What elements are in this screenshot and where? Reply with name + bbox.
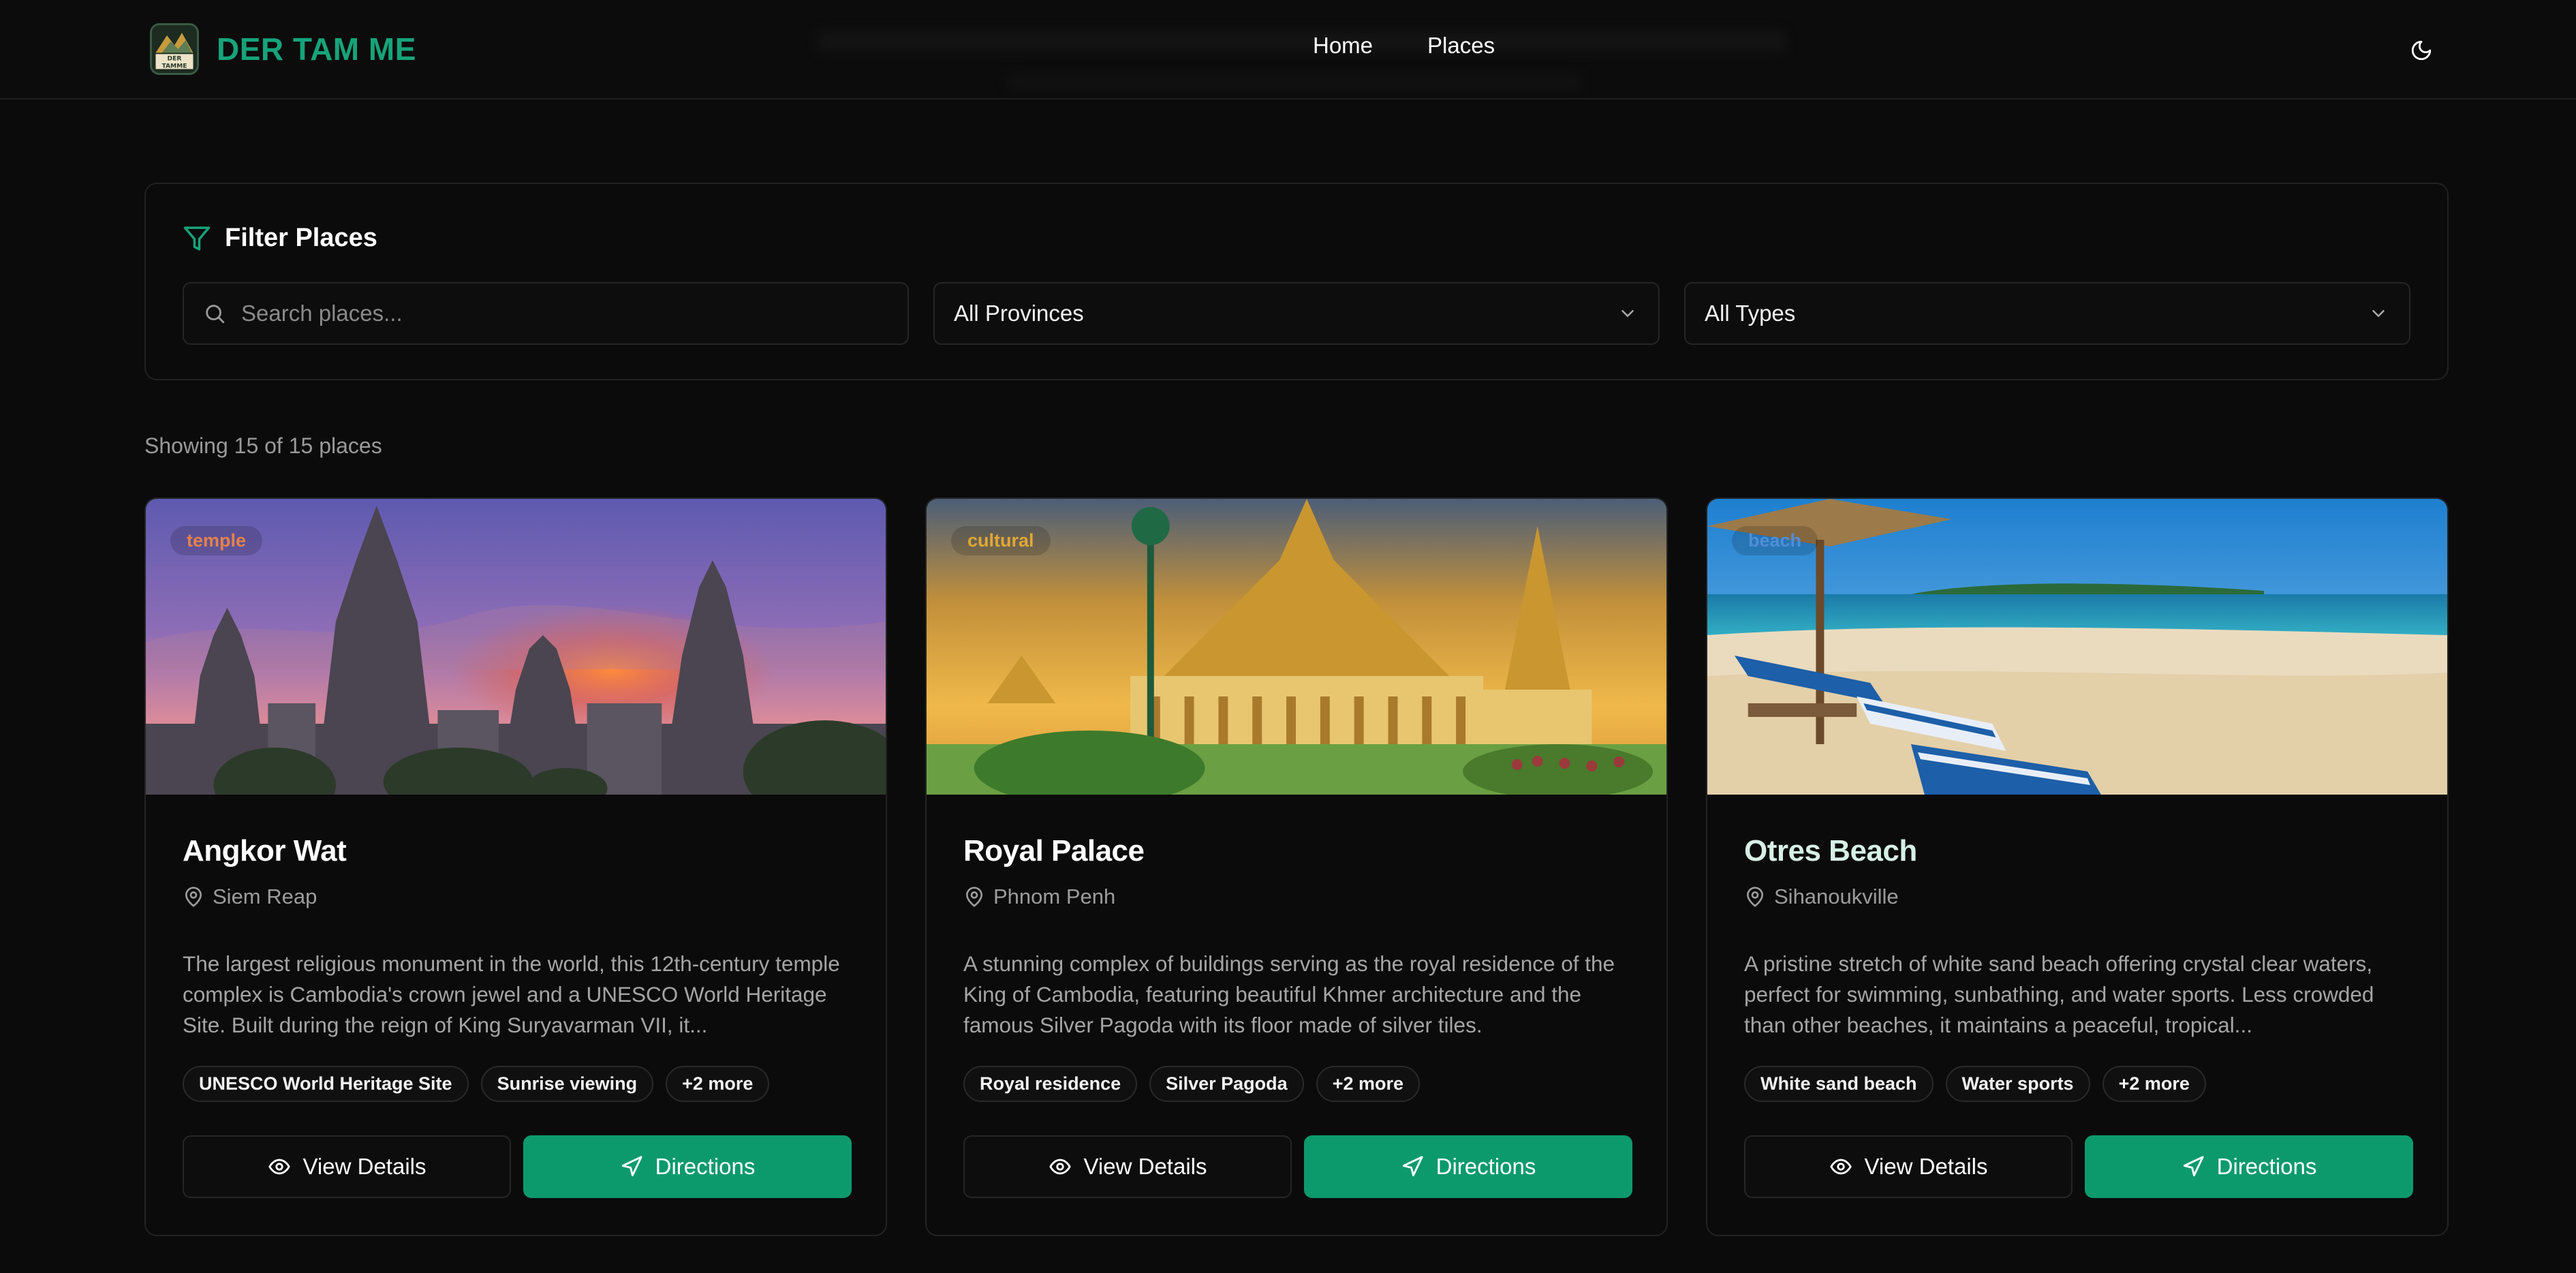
blurred-overlay-text — [818, 31, 1785, 52]
nav-link-home[interactable]: Home — [1313, 33, 1373, 59]
place-location-text: Sihanoukville — [1774, 885, 1899, 908]
map-pin-icon — [185, 887, 202, 908]
directions-label: Directions — [1436, 1154, 1536, 1179]
place-location-text: Phnom Penh — [993, 885, 1116, 908]
province-select-value: All Provinces — [954, 301, 1084, 326]
view-details-button[interactable]: View Details — [963, 1135, 1292, 1198]
eye-icon — [1049, 1159, 1071, 1175]
place-title: Angkor Wat — [183, 834, 347, 868]
directions-button[interactable]: Directions — [1304, 1135, 1632, 1198]
navigation-arrow-icon — [621, 1156, 642, 1177]
place-description: A stunning complex of buildings serving … — [963, 951, 1615, 1037]
place-location: Phnom Penh — [963, 885, 1115, 909]
search-input[interactable] — [241, 301, 854, 326]
place-description: The largest religious monument in the wo… — [183, 951, 840, 1037]
navigation-arrow-icon — [2183, 1156, 2204, 1177]
navigation-arrow-icon — [1402, 1156, 1423, 1177]
feature-tags: UNESCO World Heritage Site Sunrise viewi… — [183, 1066, 770, 1102]
place-title: Otres Beach — [1744, 834, 1917, 868]
filter-funnel-icon — [183, 226, 211, 250]
feature-tags: Royal residence Silver Pagoda +2 more — [963, 1066, 1420, 1102]
place-location: Sihanoukville — [1744, 885, 1899, 909]
feature-tags: White sand beach Water sports +2 more — [1744, 1066, 2206, 1102]
place-image-angkor-wat: temple — [146, 499, 886, 795]
top-navbar: DER TAMME DER TAM ME Home Places — [0, 0, 2576, 99]
feature-tag: Silver Pagoda — [1149, 1066, 1304, 1102]
map-pin-icon — [965, 887, 983, 908]
search-field[interactable] — [183, 282, 909, 345]
category-badge: cultural — [951, 526, 1051, 555]
map-pin-icon — [1746, 887, 1764, 908]
type-select-value: All Types — [1705, 301, 1796, 326]
category-badge: temple — [170, 526, 263, 555]
view-details-button[interactable]: View Details — [183, 1135, 511, 1198]
place-image-otres-beach: beach — [1707, 499, 2447, 795]
feature-tag: Water sports — [1945, 1066, 2090, 1102]
eye-icon — [268, 1159, 290, 1175]
view-details-button[interactable]: View Details — [1744, 1135, 2073, 1198]
directions-button[interactable]: Directions — [2085, 1135, 2413, 1198]
place-description: A pristine stretch of white sand beach o… — [1744, 951, 2374, 1037]
feature-tag: Sunrise viewing — [480, 1066, 654, 1102]
more-tags-badge: +2 more — [1316, 1066, 1420, 1102]
place-card: cultural Royal Palace Phnom Penh A stunn… — [925, 497, 1668, 1236]
place-location-text: Siem Reap — [213, 885, 317, 908]
directions-label: Directions — [2216, 1154, 2317, 1179]
category-badge: beach — [1732, 526, 1818, 555]
feature-tag: White sand beach — [1744, 1066, 1934, 1102]
theme-toggle-button[interactable] — [2401, 30, 2442, 71]
filter-title: Filter Places — [225, 224, 377, 252]
view-details-label: View Details — [1083, 1154, 1207, 1179]
view-details-label: View Details — [302, 1154, 426, 1179]
results-count: Showing 15 of 15 places — [144, 433, 382, 458]
brand-name: DER TAM ME — [217, 31, 416, 67]
nav-link-places[interactable]: Places — [1427, 33, 1495, 59]
directions-label: Directions — [655, 1154, 756, 1179]
eye-icon — [1829, 1159, 1852, 1175]
type-select[interactable]: All Types — [1684, 282, 2410, 345]
svg-text:DER: DER — [168, 55, 182, 63]
moon-icon — [2411, 40, 2432, 61]
filter-header: Filter Places — [183, 224, 377, 253]
blurred-overlay-text-secondary — [1008, 74, 1581, 90]
brand-home-link[interactable]: DER TAMME DER TAM ME — [150, 23, 416, 75]
feature-tag: Royal residence — [963, 1066, 1138, 1102]
place-card: temple Angkor Wat Siem Reap The largest … — [144, 497, 887, 1236]
search-icon — [206, 305, 225, 324]
place-location: Siem Reap — [183, 885, 317, 909]
filter-panel: Filter Places All Provinces All Types — [144, 183, 2449, 380]
feature-tag: UNESCO World Heritage Site — [183, 1066, 469, 1102]
more-tags-badge: +2 more — [666, 1066, 770, 1102]
view-details-label: View Details — [1864, 1154, 1988, 1179]
chevron-down-icon — [1621, 310, 1634, 318]
more-tags-badge: +2 more — [2102, 1066, 2206, 1102]
chevron-down-icon — [2372, 310, 2385, 318]
place-card: beach Otres Beach Sihanoukville A pristi… — [1706, 497, 2449, 1236]
main-nav: Home Places — [1313, 33, 1495, 59]
place-image-royal-palace: cultural — [927, 499, 1666, 795]
brand-logo-icon: DER TAMME — [150, 23, 199, 75]
directions-button[interactable]: Directions — [523, 1135, 852, 1198]
province-select[interactable]: All Provinces — [933, 282, 1660, 345]
place-title: Royal Palace — [963, 834, 1145, 868]
svg-text:TAMME: TAMME — [161, 63, 187, 70]
